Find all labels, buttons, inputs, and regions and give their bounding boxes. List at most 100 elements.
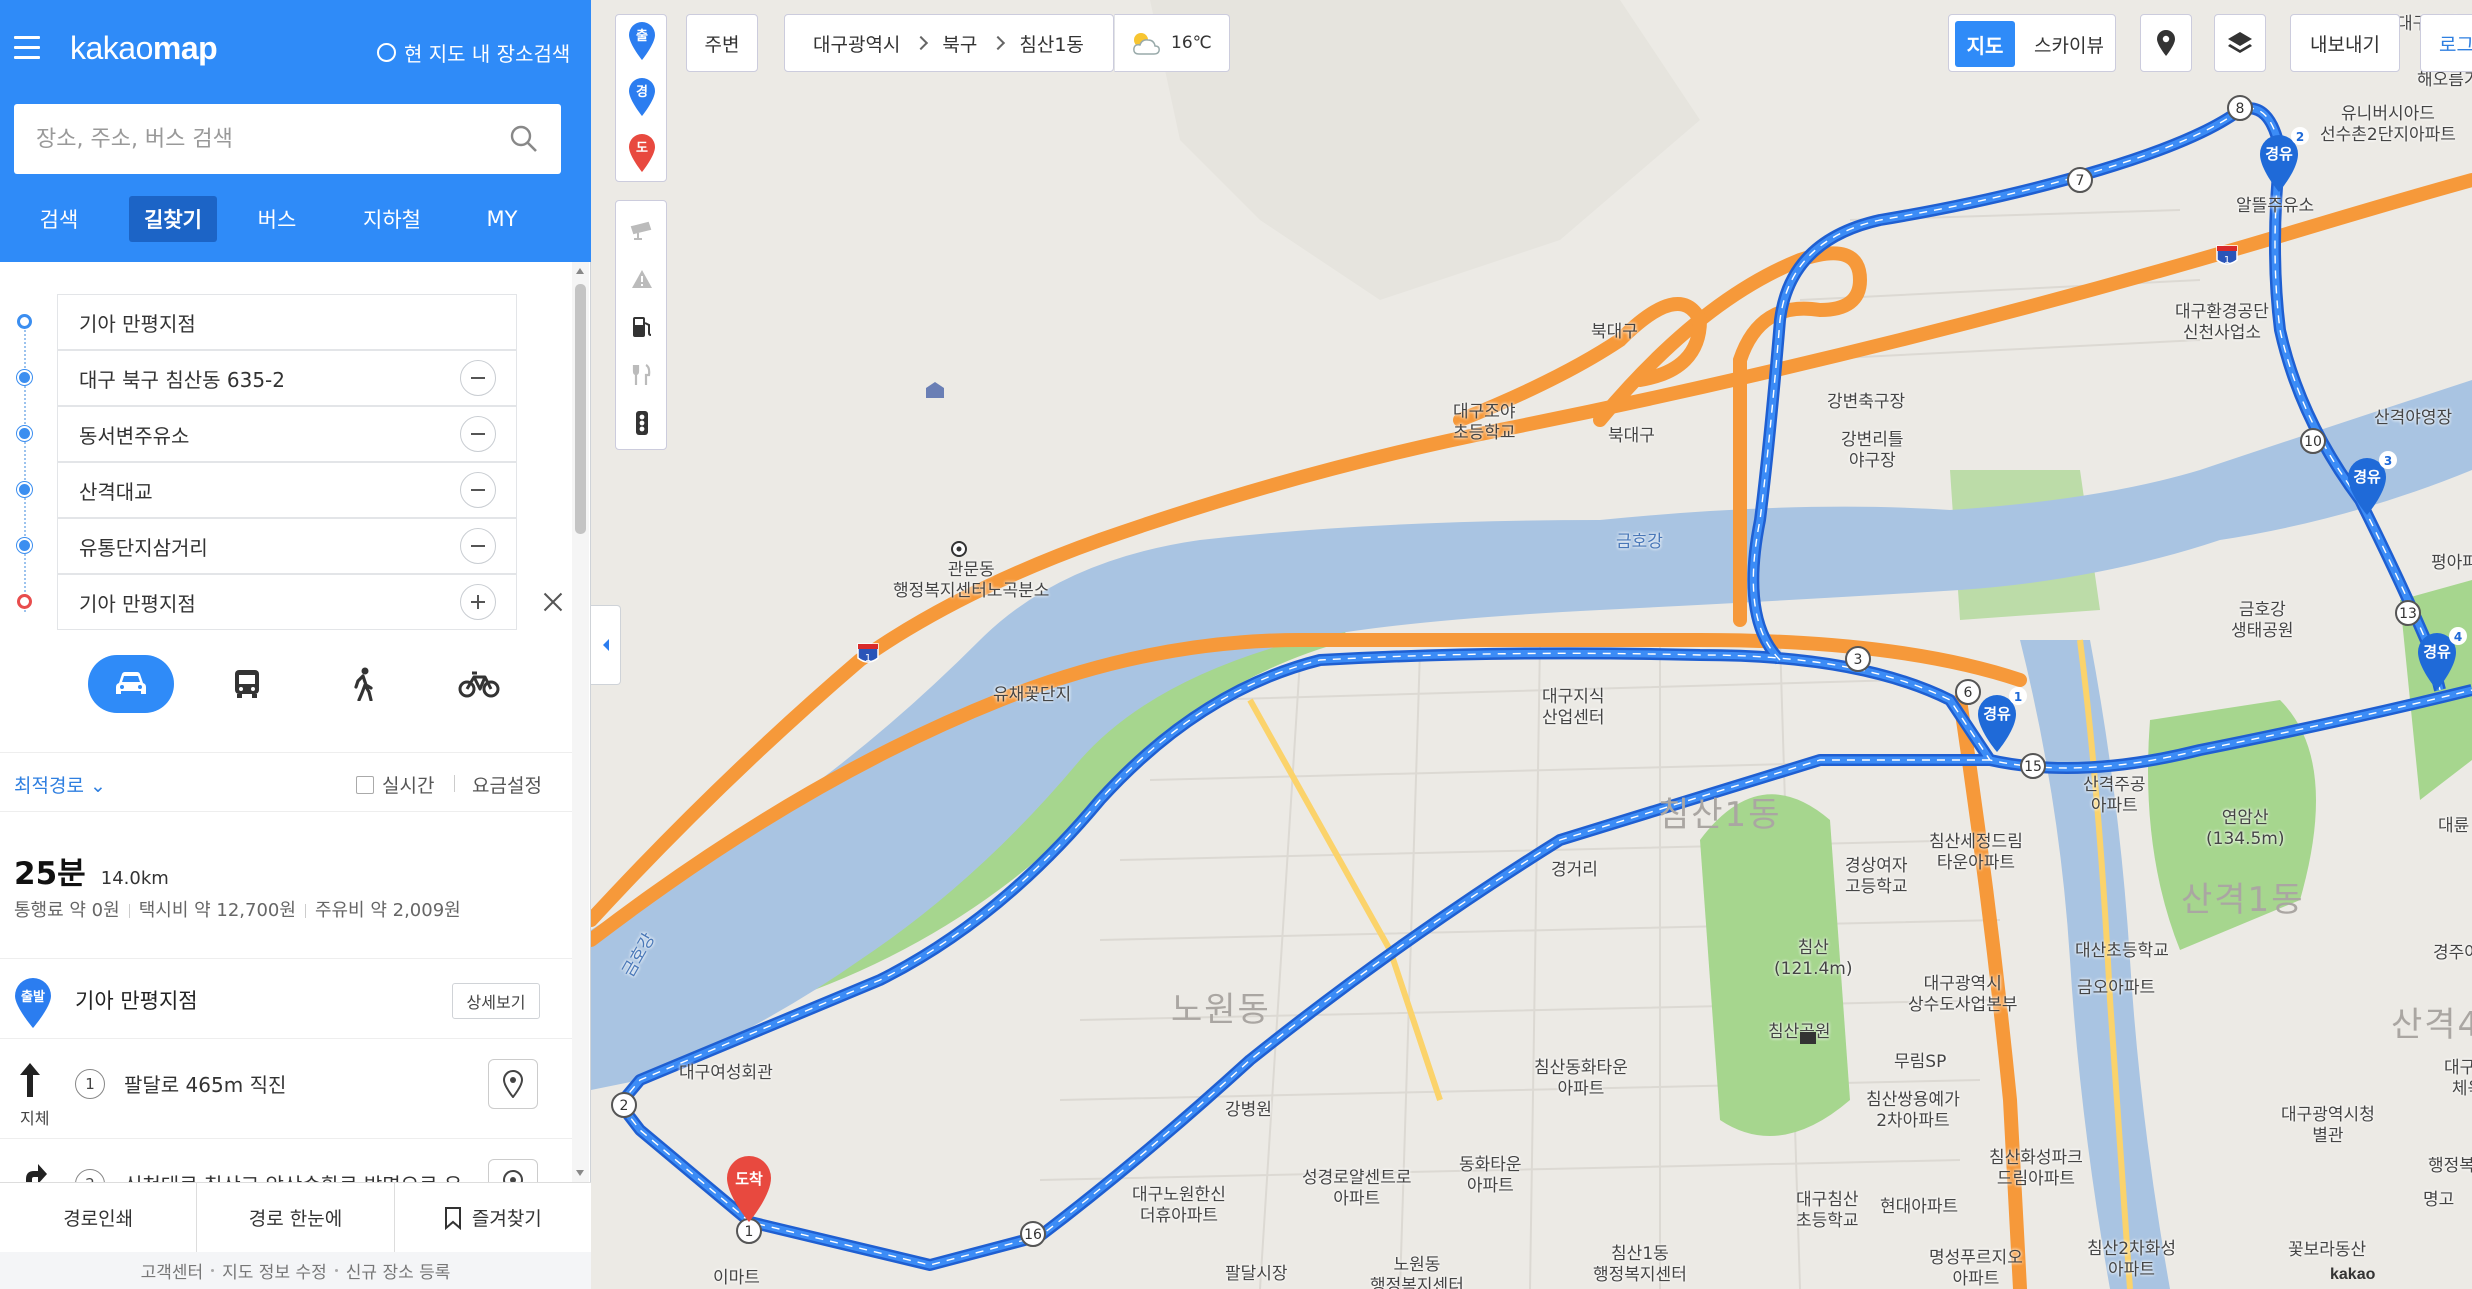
bicycle-mode-button[interactable] (436, 655, 522, 713)
kakaomap-logo[interactable]: kakaomap (70, 30, 218, 67)
add-waypoint-button[interactable] (460, 584, 496, 620)
waypoint-end-field[interactable]: 기아 만평지점 (57, 574, 517, 630)
svg-text:6: 6 (1964, 685, 1973, 701)
map-label: 알뜰주유소 (2236, 196, 2315, 216)
svg-text:경유: 경유 (1983, 705, 2011, 723)
map-view-button[interactable]: 지도 (1955, 21, 2015, 67)
remove-waypoint-button[interactable] (460, 472, 496, 508)
breadcrumb-item[interactable]: 북구 (942, 30, 977, 57)
start-step[interactable]: 출발 기아 만평지점 상세보기 (0, 959, 572, 1039)
car-mode-button[interactable] (88, 655, 174, 713)
via-dot-icon (17, 538, 32, 553)
best-route-dropdown[interactable]: 최적경로 ⌄ (14, 771, 106, 798)
print-route-button[interactable]: 경로인쇄 (0, 1183, 198, 1252)
export-button[interactable]: 내보내기 (2290, 14, 2400, 72)
traffic-light-button[interactable] (626, 403, 658, 443)
collapse-sidebar-button[interactable] (591, 605, 621, 685)
login-button[interactable]: 로그 (2420, 14, 2472, 72)
nearby-button[interactable]: 주변 (686, 14, 758, 72)
set-via-button[interactable]: 경 (626, 77, 658, 117)
route-node[interactable]: 10 (2300, 428, 2326, 454)
map-label: 대구광역시 상수도사업본부 (1908, 974, 2018, 1015)
sidebar-scrollbar[interactable] (572, 262, 589, 1182)
waypoint-via-field[interactable]: 대구 북구 침산동 635-2 (57, 350, 517, 406)
route-overview-button[interactable]: 경로 한눈에 (197, 1183, 395, 1252)
map-label: 침산 (121.4m) (1774, 938, 1853, 979)
map-label: 북대구 (1608, 426, 1655, 446)
best-route-label: 최적경로 (14, 775, 84, 797)
menu-icon[interactable] (14, 36, 40, 59)
customer-center-link[interactable]: 고객센터 (141, 1258, 204, 1283)
skyview-button[interactable]: 스카이뷰 (2029, 21, 2109, 67)
svg-text:경유: 경유 (2353, 468, 2381, 486)
gas-pump-icon (633, 317, 652, 337)
tab-search[interactable]: 검색 (2, 196, 116, 242)
breadcrumb-item[interactable]: 침산1동 (1019, 30, 1084, 57)
route-node[interactable]: 16 (1020, 1221, 1046, 1247)
chevron-left-icon (602, 639, 609, 651)
route-node[interactable]: 7 (2067, 167, 2093, 193)
route-node[interactable]: 3 (1845, 646, 1871, 672)
waypoint-via-field[interactable]: 유통단지삼거리 (57, 518, 517, 574)
realtime-checkbox[interactable]: 실시간 (356, 771, 434, 798)
map-type-switch: 지도 스카이뷰 (1948, 14, 2116, 72)
route-node[interactable]: 8 (2227, 95, 2253, 121)
map-label: 경상여자 고등학교 (1845, 856, 1908, 897)
transport-modes (88, 655, 522, 713)
toll-cost: 통행료 약 0원 (14, 900, 120, 921)
map-label: 금호강 (1616, 532, 1663, 552)
map-label: 해오름기 (2417, 70, 2472, 90)
cctv-button[interactable] (626, 211, 658, 251)
set-destination-button[interactable]: 도 (626, 133, 658, 173)
step-description: 팔달로 465m 직진 (124, 1073, 287, 1097)
location-pin-icon (2157, 30, 2175, 56)
tab-subway[interactable]: 지하철 (337, 196, 447, 242)
search-icon[interactable] (509, 124, 539, 154)
walk-mode-button[interactable] (320, 655, 406, 713)
fee-setting-link[interactable]: 요금설정 (472, 771, 542, 798)
waypoint-via-field[interactable]: 산격대교 (57, 462, 517, 518)
waypoint-via-field[interactable]: 동서변주유소 (57, 406, 517, 462)
route-node[interactable]: 13 (2395, 600, 2421, 626)
map-label: 명성푸르지오 아파트 (1929, 1248, 2023, 1289)
waypoint-start-field[interactable]: 기아 만평지점 (57, 294, 517, 350)
svg-text:13: 13 (2399, 606, 2417, 622)
locate-step-button[interactable] (488, 1059, 538, 1109)
my-location-button[interactable] (2140, 14, 2192, 72)
map-edit-link[interactable]: 지도 정보 수정 (222, 1258, 327, 1283)
map-label: 산격4 (2391, 1005, 2472, 1045)
transit-mode-button[interactable] (204, 655, 290, 713)
locate-step-button[interactable] (488, 1159, 538, 1182)
route-node[interactable]: 2 (611, 1092, 637, 1118)
breadcrumb-item[interactable]: 대구광역시 (813, 30, 900, 57)
tab-directions[interactable]: 길찾기 (129, 196, 217, 242)
map-label: 유니버시아드 선수촌2단지아파트 (2320, 104, 2456, 145)
search-input[interactable] (36, 120, 496, 158)
route-node[interactable]: 1 (736, 1218, 762, 1244)
tab-my[interactable]: MY (447, 196, 557, 242)
route-node[interactable]: 15 (2020, 753, 2046, 779)
remove-waypoint-button[interactable] (460, 416, 496, 452)
set-start-button[interactable]: 출 (626, 21, 658, 61)
building-icon (1800, 1032, 1816, 1044)
gas-station-button[interactable] (626, 307, 658, 347)
favorite-button[interactable]: 즐겨찾기 (395, 1183, 591, 1252)
tab-bus[interactable]: 버스 (217, 196, 337, 242)
route-node[interactable]: 6 (1955, 679, 1981, 705)
new-place-link[interactable]: 신규 장소 등록 (346, 1258, 451, 1283)
area-search-toggle[interactable]: 현 지도 내 장소검색 (377, 38, 570, 67)
remove-waypoint-button[interactable] (460, 360, 496, 396)
map-label: 경주아파 (2433, 943, 2472, 963)
route-step[interactable]: 지체 1 팔달로 465m 직진 (0, 1039, 572, 1139)
map-canvas[interactable]: 1 2 3 6 7 8 10 13 15 16 경유 1 경유 2 경유 3 경유 4 (591, 0, 2472, 1289)
route-timeline (24, 322, 26, 612)
detail-view-button[interactable]: 상세보기 (452, 983, 540, 1019)
layers-button[interactable] (2214, 14, 2266, 72)
warning-button[interactable] (626, 259, 658, 299)
remove-waypoint-button[interactable] (460, 528, 496, 564)
close-icon[interactable] (541, 590, 565, 614)
weather-widget[interactable]: 16℃ (1114, 14, 1230, 72)
restaurant-button[interactable] (626, 355, 658, 395)
map-tools-toolbar (615, 200, 667, 450)
route-step[interactable]: 2 신천대로 침산교 앞산순환로 방면으로 우 (0, 1139, 572, 1182)
